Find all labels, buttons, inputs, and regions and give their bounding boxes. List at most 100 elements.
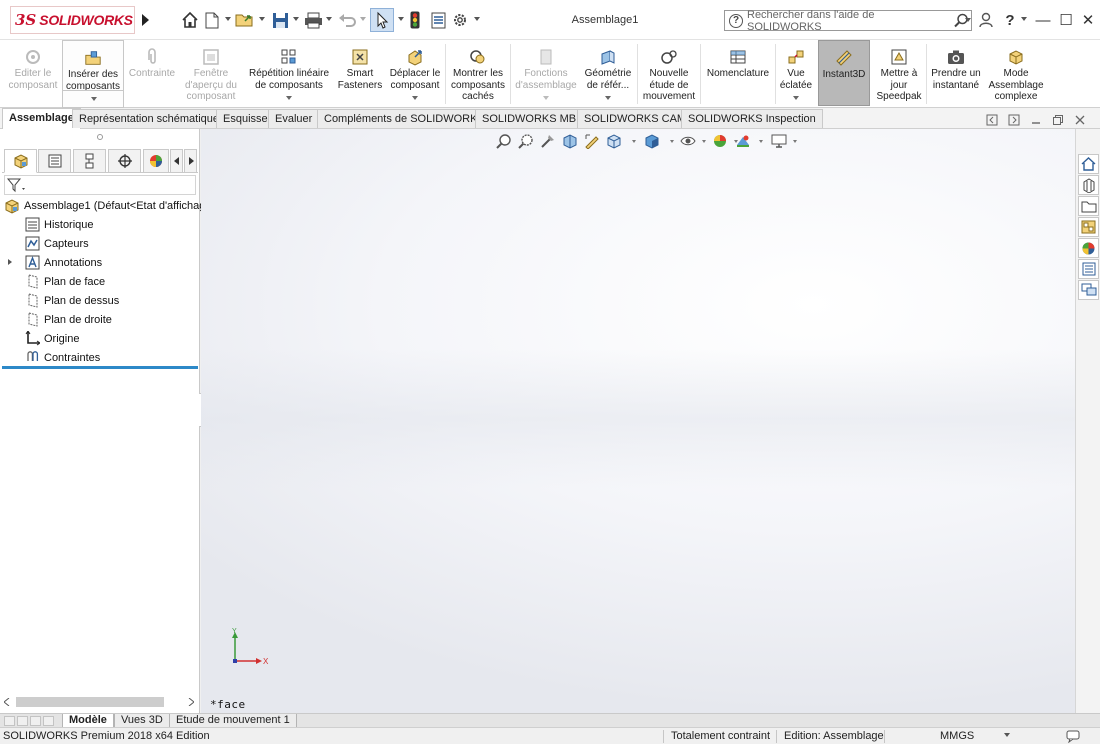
scroll-right-icon[interactable]: [188, 698, 194, 706]
doc-restore-icon[interactable]: [1052, 114, 1064, 126]
tab-display-manager[interactable]: [143, 149, 169, 173]
status-tooltip-icon[interactable]: [1066, 730, 1080, 743]
appearances-scenes-icon[interactable]: [1078, 238, 1099, 258]
smart-fasteners-button[interactable]: Smart Fasteners: [336, 40, 384, 106]
linear-pattern-button[interactable]: Répétition linéaire de composants: [244, 40, 334, 106]
print-dropdown-icon[interactable]: [326, 17, 332, 21]
options-dropdown-icon[interactable]: [474, 17, 480, 21]
tab-feature-manager[interactable]: [4, 149, 37, 173]
large-assembly-mode-button[interactable]: Mode Assemblage complexe: [986, 40, 1046, 106]
mate-button[interactable]: Contrainte: [124, 40, 180, 106]
view-orientation-dropdown[interactable]: [632, 140, 636, 143]
insert-components-dropdown[interactable]: [63, 90, 123, 107]
solidworks-resources-icon[interactable]: [1078, 154, 1099, 174]
search-dropdown-icon[interactable]: [965, 18, 971, 22]
design-library-icon[interactable]: [1078, 175, 1099, 195]
panel-grip[interactable]: [0, 129, 200, 145]
tree-item-origin[interactable]: Origine: [24, 329, 79, 348]
restore-right-icon[interactable]: [1008, 114, 1020, 126]
panel-horizontal-scrollbar[interactable]: [0, 694, 200, 710]
help-search-box[interactable]: ? Rechercher dans l'aide de SOLIDWORKS: [724, 9, 972, 33]
tab-configuration-manager[interactable]: [73, 149, 106, 173]
take-snapshot-button[interactable]: Prendre un instantané: [928, 40, 984, 106]
scrollbar-thumb[interactable]: [16, 697, 164, 707]
options-gear-icon[interactable]: [451, 10, 469, 30]
edit-component-button[interactable]: Editer le composant: [4, 40, 62, 106]
dynamic-annotation-icon[interactable]: [583, 132, 601, 150]
panel-tabs-scroll-left[interactable]: [170, 149, 183, 173]
custom-properties-icon[interactable]: [1078, 259, 1099, 279]
tab-model[interactable]: Modèle: [62, 714, 114, 728]
bom-button[interactable]: Nomenclature: [702, 40, 774, 106]
assembly-features-button[interactable]: Fonctions d'assemblage: [512, 40, 580, 106]
display-style-dropdown[interactable]: [670, 140, 674, 143]
solidworks-logo[interactable]: 3S SOLIDWORKS: [10, 6, 135, 34]
new-motion-study-button[interactable]: Nouvelle étude de mouvement: [639, 40, 699, 106]
reference-triad[interactable]: Y X: [229, 627, 269, 667]
open-dropdown-icon[interactable]: [259, 17, 265, 21]
tab-assemblage[interactable]: Assemblage: [2, 108, 81, 129]
tab-schematic-representation[interactable]: Représentation schématique: [72, 109, 227, 128]
edit-appearance-icon[interactable]: [711, 132, 729, 150]
linear-pattern-dropdown[interactable]: [286, 96, 292, 100]
tree-item-sensors[interactable]: Capteurs: [24, 234, 89, 253]
close-button[interactable]: ✕: [1078, 10, 1098, 30]
zoom-to-fit-icon[interactable]: [495, 132, 513, 150]
help-button[interactable]: ?: [1000, 10, 1020, 30]
apply-scene-icon[interactable]: [734, 132, 752, 150]
tree-item-mates[interactable]: Contraintes: [24, 348, 100, 367]
tree-filter[interactable]: [4, 175, 196, 195]
zoom-to-area-icon[interactable]: [517, 132, 535, 150]
tab-3d-views[interactable]: Vues 3D: [114, 714, 170, 728]
undo-icon[interactable]: [337, 10, 357, 30]
restore-left-icon[interactable]: [986, 114, 998, 126]
assembly-features-dropdown[interactable]: [543, 96, 549, 100]
reference-geometry-dropdown[interactable]: [605, 96, 611, 100]
status-units[interactable]: MMGS: [940, 730, 974, 742]
hide-show-items-icon[interactable]: [679, 132, 697, 150]
menu-expand-icon[interactable]: [139, 12, 151, 28]
next-tab-icon[interactable]: [30, 716, 41, 726]
annotations-expander-icon[interactable]: [8, 259, 12, 265]
graphics-viewport[interactable]: Y X *face: [201, 129, 1075, 714]
panel-tabs-scroll-right[interactable]: [184, 149, 197, 173]
doc-close-icon[interactable]: [1074, 114, 1086, 126]
view-palette-icon[interactable]: [1078, 217, 1099, 237]
minimize-button[interactable]: —: [1033, 10, 1053, 30]
print-icon[interactable]: [303, 10, 323, 30]
select-dropdown-icon[interactable]: [398, 17, 404, 21]
new-dropdown-icon[interactable]: [225, 17, 231, 21]
tab-solidworks-cam[interactable]: SOLIDWORKS CAM: [577, 109, 694, 128]
move-component-button[interactable]: Déplacer le composant: [386, 40, 444, 106]
hide-show-dropdown[interactable]: [702, 140, 706, 143]
help-dropdown-icon[interactable]: [1021, 17, 1027, 21]
undo-dropdown-icon[interactable]: [360, 17, 366, 21]
user-account-icon[interactable]: [976, 10, 996, 30]
section-view-icon[interactable]: [561, 132, 579, 150]
exploded-view-dropdown[interactable]: [793, 96, 799, 100]
tab-property-manager[interactable]: [38, 149, 71, 173]
tree-item-annotations[interactable]: Annotations: [24, 253, 102, 272]
scroll-left-icon[interactable]: [4, 698, 10, 706]
file-explorer-icon[interactable]: [1078, 196, 1099, 216]
display-style-icon[interactable]: [643, 132, 661, 150]
instant3d-button[interactable]: Instant3D: [818, 40, 870, 106]
units-dropdown-icon[interactable]: [1004, 733, 1010, 737]
previous-view-icon[interactable]: [539, 132, 557, 150]
open-folder-icon[interactable]: [235, 10, 255, 30]
move-component-dropdown[interactable]: [412, 96, 418, 100]
tab-dimxpert-manager[interactable]: [108, 149, 141, 173]
tab-scroll-buttons[interactable]: [4, 716, 56, 726]
save-icon[interactable]: [270, 10, 290, 30]
tab-solidworks-mbd[interactable]: SOLIDWORKS MBD: [475, 109, 592, 128]
first-tab-icon[interactable]: [4, 716, 15, 726]
tab-sketch[interactable]: Esquisse: [216, 109, 275, 128]
tree-item-top-plane[interactable]: Plan de dessus: [24, 291, 119, 310]
show-hidden-components-button[interactable]: Montrer les composants cachés: [447, 40, 509, 106]
update-speedpak-button[interactable]: Mettre à jour Speedpak: [874, 40, 924, 106]
file-properties-icon[interactable]: [429, 10, 447, 30]
tab-motion-study-1[interactable]: Etude de mouvement 1: [169, 714, 297, 728]
new-document-icon[interactable]: [203, 10, 221, 30]
view-settings-monitor-icon[interactable]: [769, 132, 789, 150]
reference-geometry-button[interactable]: Géométrie de référ...: [580, 40, 636, 106]
